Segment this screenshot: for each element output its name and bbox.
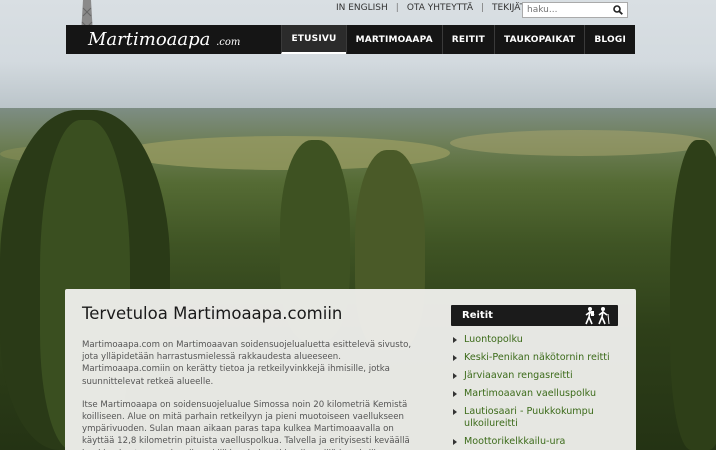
route-item[interactable]: Lautiosaari - Puukkokumpu ulkoilureitti <box>451 406 618 430</box>
utility-nav: IN ENGLISH | OTA YHTEYTTÄ | TEKIJÄT <box>336 3 525 13</box>
logo-text: Martimoaapa <box>88 29 211 50</box>
routes-sidebar: Reitit Luontopolku Keski-Penikan näkötor… <box>451 305 618 450</box>
description-paragraph: Itse Martimoaapa on soidensuojelualue Si… <box>82 399 410 450</box>
bullet-icon <box>453 337 457 343</box>
sidebar-title: Reitit <box>462 310 493 321</box>
sidebar-header: Reitit <box>451 305 618 326</box>
bullet-icon <box>453 409 457 415</box>
nav-etusivu[interactable]: ETUSIVU <box>281 25 346 54</box>
bog-field <box>450 130 710 156</box>
content-panel: Tervetuloa Martimoaapa.comiin Martimoaap… <box>65 289 636 450</box>
route-link[interactable]: Moottorikelkkailu-ura <box>464 436 565 448</box>
route-item[interactable]: Järviaavan rengasreitti <box>451 370 618 382</box>
route-item[interactable]: Keski-Penikan näkötornin reitti <box>451 352 618 364</box>
route-link[interactable]: Luontopolku <box>464 334 523 346</box>
link-in-english[interactable]: IN ENGLISH <box>336 3 388 13</box>
main-navbar: Martimoaapa .com ETUSIVU MARTIMOAAPA REI… <box>66 25 635 54</box>
main-content: Tervetuloa Martimoaapa.comiin Martimoaap… <box>82 304 424 450</box>
site-logo[interactable]: Martimoaapa .com <box>88 29 240 50</box>
nav-martimoaapa[interactable]: MARTIMOAAPA <box>345 25 442 54</box>
search-icon[interactable] <box>611 3 625 17</box>
pine-tree <box>670 140 716 450</box>
page-title: Tervetuloa Martimoaapa.comiin <box>82 304 343 323</box>
route-link[interactable]: Järviaavan rengasreitti <box>464 370 573 382</box>
link-contact[interactable]: OTA YHTEYTTÄ <box>407 3 473 13</box>
separator: | <box>481 3 485 13</box>
route-item[interactable]: Moottorikelkkailu-ura <box>451 436 618 448</box>
bullet-icon <box>453 355 457 361</box>
separator: | <box>395 3 399 13</box>
main-menu: ETUSIVU MARTIMOAAPA REITIT TAUKOPAIKAT B… <box>281 25 635 54</box>
route-link[interactable]: Keski-Penikan näkötornin reitti <box>464 352 610 364</box>
route-list: Luontopolku Keski-Penikan näkötornin rei… <box>451 334 618 448</box>
nav-blogi[interactable]: BLOGI <box>584 25 635 54</box>
search-input[interactable] <box>523 3 611 17</box>
bullet-icon <box>453 373 457 379</box>
intro-paragraph: Martimoaapa.com on Martimoaavan soidensu… <box>82 340 412 387</box>
route-link[interactable]: Lautiosaari - Puukkokumpu ulkoilureitti <box>464 406 618 430</box>
bullet-icon <box>453 391 457 397</box>
search-box <box>522 2 628 18</box>
nav-taukopaikat[interactable]: TAUKOPAIKAT <box>494 25 584 54</box>
route-item[interactable]: Luontopolku <box>451 334 618 346</box>
route-link[interactable]: Martimoaavan vaelluspolku <box>464 388 596 400</box>
link-authors[interactable]: TEKIJÄT <box>492 3 525 13</box>
logo-suffix: .com <box>216 37 241 48</box>
bullet-icon <box>453 439 457 445</box>
nav-reitit[interactable]: REITIT <box>441 25 494 54</box>
route-item[interactable]: Martimoaavan vaelluspolku <box>451 388 618 400</box>
hikers-icon <box>585 307 610 325</box>
